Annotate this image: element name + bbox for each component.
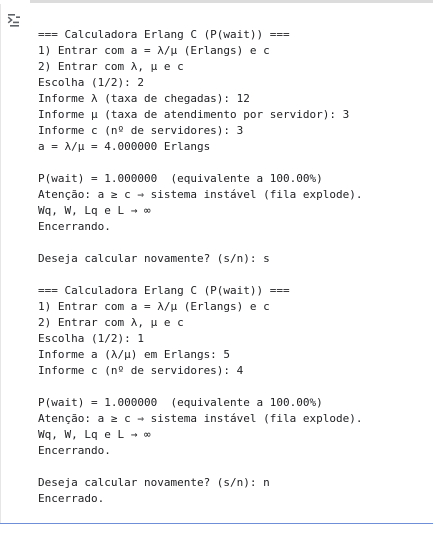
output-line: Wq, W, Lq e L → ∞ (38, 204, 151, 217)
output-line: Deseja calcular novamente? (s/n): s (38, 252, 270, 265)
output-line: P(wait) = 1.000000 (equivalente a 100.00… (38, 396, 323, 409)
output-line: P(wait) = 1.000000 (equivalente a 100.00… (38, 172, 323, 185)
cell-output-text: === Calculadora Erlang C (P(wait)) === 1)… (38, 27, 428, 507)
output-line: === Calculadora Erlang C (P(wait)) === (38, 284, 290, 297)
output-line: Wq, W, Lq e L → ∞ (38, 428, 151, 441)
output-line: Informe a (λ/μ) em Erlangs: 5 (38, 348, 231, 361)
output-line: Informe c (nº de servidores): 3 (38, 124, 244, 137)
output-line: 2) Entrar com λ, μ e c (38, 316, 184, 329)
output-line: Deseja calcular novamente? (s/n): n (38, 476, 270, 489)
output-line: 2) Entrar com λ, μ e c (38, 60, 184, 73)
output-line: Informe μ (taxa de atendimento por servi… (38, 108, 350, 121)
cell-left-border (0, 4, 1, 523)
output-line: 1) Entrar com a = λ/μ (Erlangs) e c (38, 300, 270, 313)
output-line: Atenção: a ≥ c ⇒ sistema instável (fila … (38, 188, 363, 201)
cell-bottom-border (0, 523, 433, 524)
output-line: Escolha (1/2): 2 (38, 76, 144, 89)
output-line: Encerrando. (38, 220, 111, 233)
output-line: a = λ/μ = 4.000000 Erlangs (38, 140, 211, 153)
output-toggle-button[interactable] (6, 12, 22, 28)
output-line: Encerrado. (38, 492, 105, 505)
clear-output-icon (7, 14, 20, 27)
output-line: === Calculadora Erlang C (P(wait)) === (38, 28, 290, 41)
cell-top-divider (0, 0, 433, 4)
output-line: Informe λ (taxa de chegadas): 12 (38, 92, 250, 105)
output-line: Escolha (1/2): 1 (38, 332, 144, 345)
output-line: Encerrando. (38, 444, 111, 457)
output-line: 1) Entrar com a = λ/μ (Erlangs) e c (38, 44, 270, 57)
cell-top-bar (30, 0, 433, 3)
output-line: Informe c (nº de servidores): 4 (38, 364, 244, 377)
output-line: Atenção: a ≥ c ⇒ sistema instável (fila … (38, 412, 363, 425)
